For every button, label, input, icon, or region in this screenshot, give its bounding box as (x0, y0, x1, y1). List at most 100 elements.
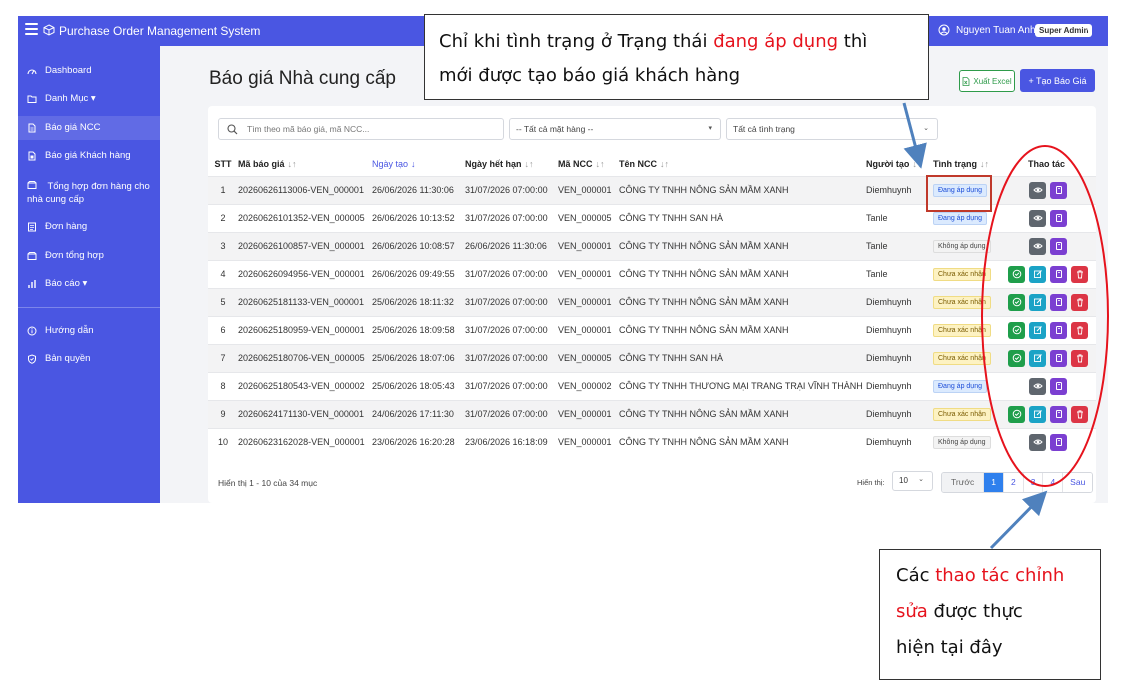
sidebar-item-danh-muc[interactable]: Danh Mục ▾ (18, 93, 160, 104)
sidebar-item-tong-hop-don-hang-ncc[interactable]: Tổng hợp đơn hàng cho nhà cung cấp (18, 179, 160, 206)
delete-button[interactable] (1071, 349, 1088, 367)
export-excel-button[interactable]: Xuất Excel (959, 70, 1015, 92)
view-button[interactable] (1029, 237, 1046, 255)
copy-button[interactable] (1050, 405, 1067, 423)
delete-button[interactable] (1071, 321, 1088, 339)
create-quote-button[interactable]: + Tạo Báo Giá (1020, 69, 1095, 92)
col-header-creator[interactable]: Người tạo ↓↑ (866, 152, 933, 176)
approve-button[interactable] (1008, 321, 1025, 339)
sidebar-item-ban-quyen[interactable]: Bản quyền (18, 353, 160, 364)
copy-icon (1054, 297, 1064, 307)
annotation-line: mới được tạo báo giá khách hàng (439, 65, 741, 86)
edit-button[interactable] (1029, 405, 1046, 423)
cell-status: Chưa xác nhận (933, 287, 1008, 316)
table-row[interactable]: 10 20260623162028-VEN_000001 23/06/2026 16… (208, 427, 1096, 456)
export-excel-label: Xuất Excel (973, 76, 1012, 86)
copy-button[interactable] (1050, 433, 1067, 451)
page-button-3[interactable]: 3 (1022, 473, 1043, 492)
search-input[interactable]: Tìm theo mã báo giá, mã NCC... (218, 118, 504, 140)
table-row[interactable]: 9 20260624171130-VEN_000001 24/06/2026 17:… (208, 399, 1096, 428)
table-row[interactable]: 8 20260625180543-VEN_000002 25/06/2026 18:… (208, 371, 1096, 400)
table-row[interactable]: 5 20260625181133-VEN_000001 25/06/2026 18:… (208, 287, 1096, 316)
copy-button[interactable] (1050, 321, 1067, 339)
cell-vendor-name: CÔNG TY TNHH NÔNG SẢN MẦM XANH (619, 315, 866, 344)
edit-button[interactable] (1029, 293, 1046, 311)
delete-button[interactable] (1071, 405, 1088, 423)
edit-button[interactable] (1029, 265, 1046, 283)
approve-button[interactable] (1008, 349, 1025, 367)
sort-icon: ↓↑ (980, 158, 989, 169)
quote-table: STT Mã báo giá ↓↑ Ngày tạo ↓ Ngày hết hạn ↓… (208, 152, 1096, 456)
view-icon (1032, 241, 1043, 251)
table-row[interactable]: 2 20260626101352-VEN_000005 26/06/2026 10:… (208, 203, 1096, 232)
copy-button[interactable] (1050, 209, 1067, 227)
edit-button[interactable] (1029, 349, 1046, 367)
annotation-line: Chỉ khi tình trạng ở Trạng thái đang áp … (439, 31, 868, 52)
sidebar-item-bao-cao[interactable]: Báo cáo ▾ (18, 278, 160, 289)
col-header-created[interactable]: Ngày tạo ↓ (372, 152, 465, 176)
sidebar-item-label: Báo giá Khách hàng (45, 150, 131, 161)
sidebar-item-bao-gia-ncc[interactable]: Báo giá NCC (18, 116, 160, 140)
copy-button[interactable] (1050, 377, 1067, 395)
caret-down-icon[interactable]: ▾ (1087, 26, 1091, 35)
col-header-status[interactable]: Tình trạng ↓↑ (933, 152, 1008, 176)
col-header-vendor-name[interactable]: Tên NCC ↓↑ (619, 152, 866, 176)
copy-button[interactable] (1050, 265, 1067, 283)
table-row[interactable]: 3 20260626100857-VEN_000001 26/06/2026 10:… (208, 231, 1096, 260)
approve-button[interactable] (1008, 293, 1025, 311)
copy-button[interactable] (1050, 349, 1067, 367)
chevron-down-icon: ▾ (708, 125, 712, 132)
table-row[interactable]: 6 20260625180959-VEN_000001 25/06/2026 18:… (208, 315, 1096, 344)
col-header-expires[interactable]: Ngày hết hạn ↓↑ (465, 152, 558, 176)
per-page-select[interactable]: 10 ⌄ (892, 471, 933, 491)
view-button[interactable] (1029, 181, 1046, 199)
cell-expires: 23/06/2026 16:18:09 (465, 427, 558, 456)
table-row[interactable]: 1 20260626113006-VEN_000001 26/06/2026 11:… (208, 175, 1096, 204)
view-icon (1032, 185, 1043, 195)
sidebar-item-huong-dan[interactable]: Hướng dẫn (18, 325, 160, 336)
sidebar-item-bao-gia-khach-hang[interactable]: Báo giá Khách hàng (18, 150, 160, 161)
cell-actions (1008, 287, 1096, 316)
cell-created: 24/06/2026 17:11:30 (372, 399, 465, 428)
approve-button[interactable] (1008, 265, 1025, 283)
cell-actions (1008, 259, 1096, 288)
delete-button[interactable] (1071, 265, 1088, 283)
view-button[interactable] (1029, 377, 1046, 395)
page-button-1[interactable]: 1 (983, 473, 1003, 492)
sidebar-item-dashboard[interactable]: Dashboard (18, 65, 160, 76)
page-button-2[interactable]: 2 (1002, 473, 1023, 492)
cell-expires: 31/07/2026 07:00:00 (465, 315, 558, 344)
table-row[interactable]: 7 20260625180706-VEN_000005 25/06/2026 18:… (208, 343, 1096, 372)
page-next-button[interactable]: Sau (1062, 473, 1093, 492)
page-prev-button[interactable]: Trước (942, 473, 984, 492)
view-button[interactable] (1029, 209, 1046, 227)
copy-button[interactable] (1050, 293, 1067, 311)
copy-button[interactable] (1050, 181, 1067, 199)
cell-stt: 1 (208, 175, 238, 204)
approve-button[interactable] (1008, 405, 1025, 423)
edit-button[interactable] (1029, 321, 1046, 339)
cell-stt: 2 (208, 203, 238, 232)
chevron-down-icon: ⌄ (923, 125, 929, 132)
sidebar-item-don-tong-hop[interactable]: Đơn tổng hợp (18, 250, 160, 261)
user-name[interactable]: Nguyen Tuan Anh (956, 25, 1036, 36)
item-filter-select[interactable]: -- Tất cả mặt hàng -- ▾ (509, 118, 721, 140)
status-filter-select[interactable]: Tất cả tình trạng ⌄ (726, 118, 938, 140)
cell-stt: 9 (208, 399, 238, 428)
table-row[interactable]: 4 20260626094956-VEN_000001 26/06/2026 09:… (208, 259, 1096, 288)
hamburger-menu-icon[interactable] (25, 23, 38, 35)
delete-button[interactable] (1071, 293, 1088, 311)
approve-icon (1012, 325, 1022, 335)
col-header-vendor-code[interactable]: Mã NCC ↓↑ (558, 152, 619, 176)
cell-expires: 31/07/2026 07:00:00 (465, 203, 558, 232)
search-icon (227, 124, 238, 135)
cell-vendor-code: VEN_000002 (558, 371, 619, 400)
col-header-code[interactable]: Mã báo giá ↓↑ (238, 152, 372, 176)
copy-button[interactable] (1050, 237, 1067, 255)
cell-creator: Diemhuynh (866, 399, 933, 428)
sidebar-item-don-hang[interactable]: Đơn hàng (18, 221, 160, 232)
view-button[interactable] (1029, 433, 1046, 451)
page-button-4[interactable]: 4 (1042, 473, 1063, 492)
sidebar-item-label: Đơn tổng hợp (45, 250, 104, 261)
cell-actions (1008, 371, 1096, 400)
